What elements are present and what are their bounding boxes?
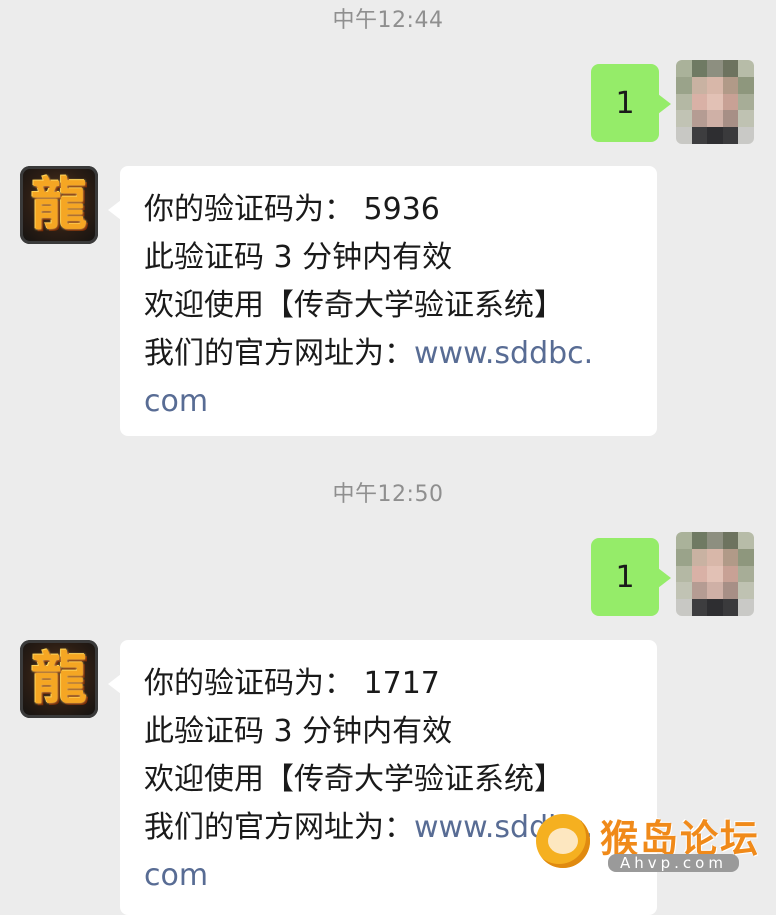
- website-link[interactable]: www.sddbc.: [414, 336, 593, 371]
- sent-message-bubble[interactable]: 1: [591, 64, 671, 142]
- sent-message-text: 1: [615, 85, 635, 121]
- received-message-bubble[interactable]: 你的验证码为： 5936 此验证码 3 分钟内有效 欢迎使用【传奇大学验证系统】…: [108, 166, 657, 436]
- watermark-subtitle: Ahvp.com: [608, 854, 739, 872]
- forum-watermark: 猴岛论坛 Ahvp.com: [528, 808, 768, 876]
- timestamp: 中午12:50: [332, 482, 444, 507]
- sent-message-bubble[interactable]: 1: [591, 538, 671, 616]
- website-line: 我们的官方网址为：www.sddbc.: [144, 330, 635, 378]
- my-avatar[interactable]: [676, 532, 754, 616]
- validity-line: 此验证码 3 分钟内有效: [144, 714, 453, 749]
- official-account-avatar[interactable]: 龍: [20, 166, 98, 244]
- welcome-line: 欢迎使用【传奇大学验证系统】: [144, 762, 564, 797]
- validity-line: 此验证码 3 分钟内有效: [144, 240, 453, 275]
- website-link-continued[interactable]: com: [144, 378, 635, 426]
- timestamp: 中午12:44: [332, 8, 444, 33]
- verification-code-line: 你的验证码为： 1717: [144, 666, 440, 701]
- website-label: 我们的官方网址为：: [144, 336, 414, 371]
- sent-message-text: 1: [615, 559, 635, 595]
- verification-code-line: 你的验证码为： 5936: [144, 192, 440, 227]
- dragon-logo-icon: 龍: [31, 646, 87, 712]
- my-avatar[interactable]: [676, 60, 754, 144]
- website-label: 我们的官方网址为：: [144, 810, 414, 845]
- dragon-logo-icon: 龍: [31, 172, 87, 238]
- official-account-avatar[interactable]: 龍: [20, 640, 98, 718]
- monkey-mascot-icon: [536, 814, 590, 868]
- welcome-line: 欢迎使用【传奇大学验证系统】: [144, 288, 564, 323]
